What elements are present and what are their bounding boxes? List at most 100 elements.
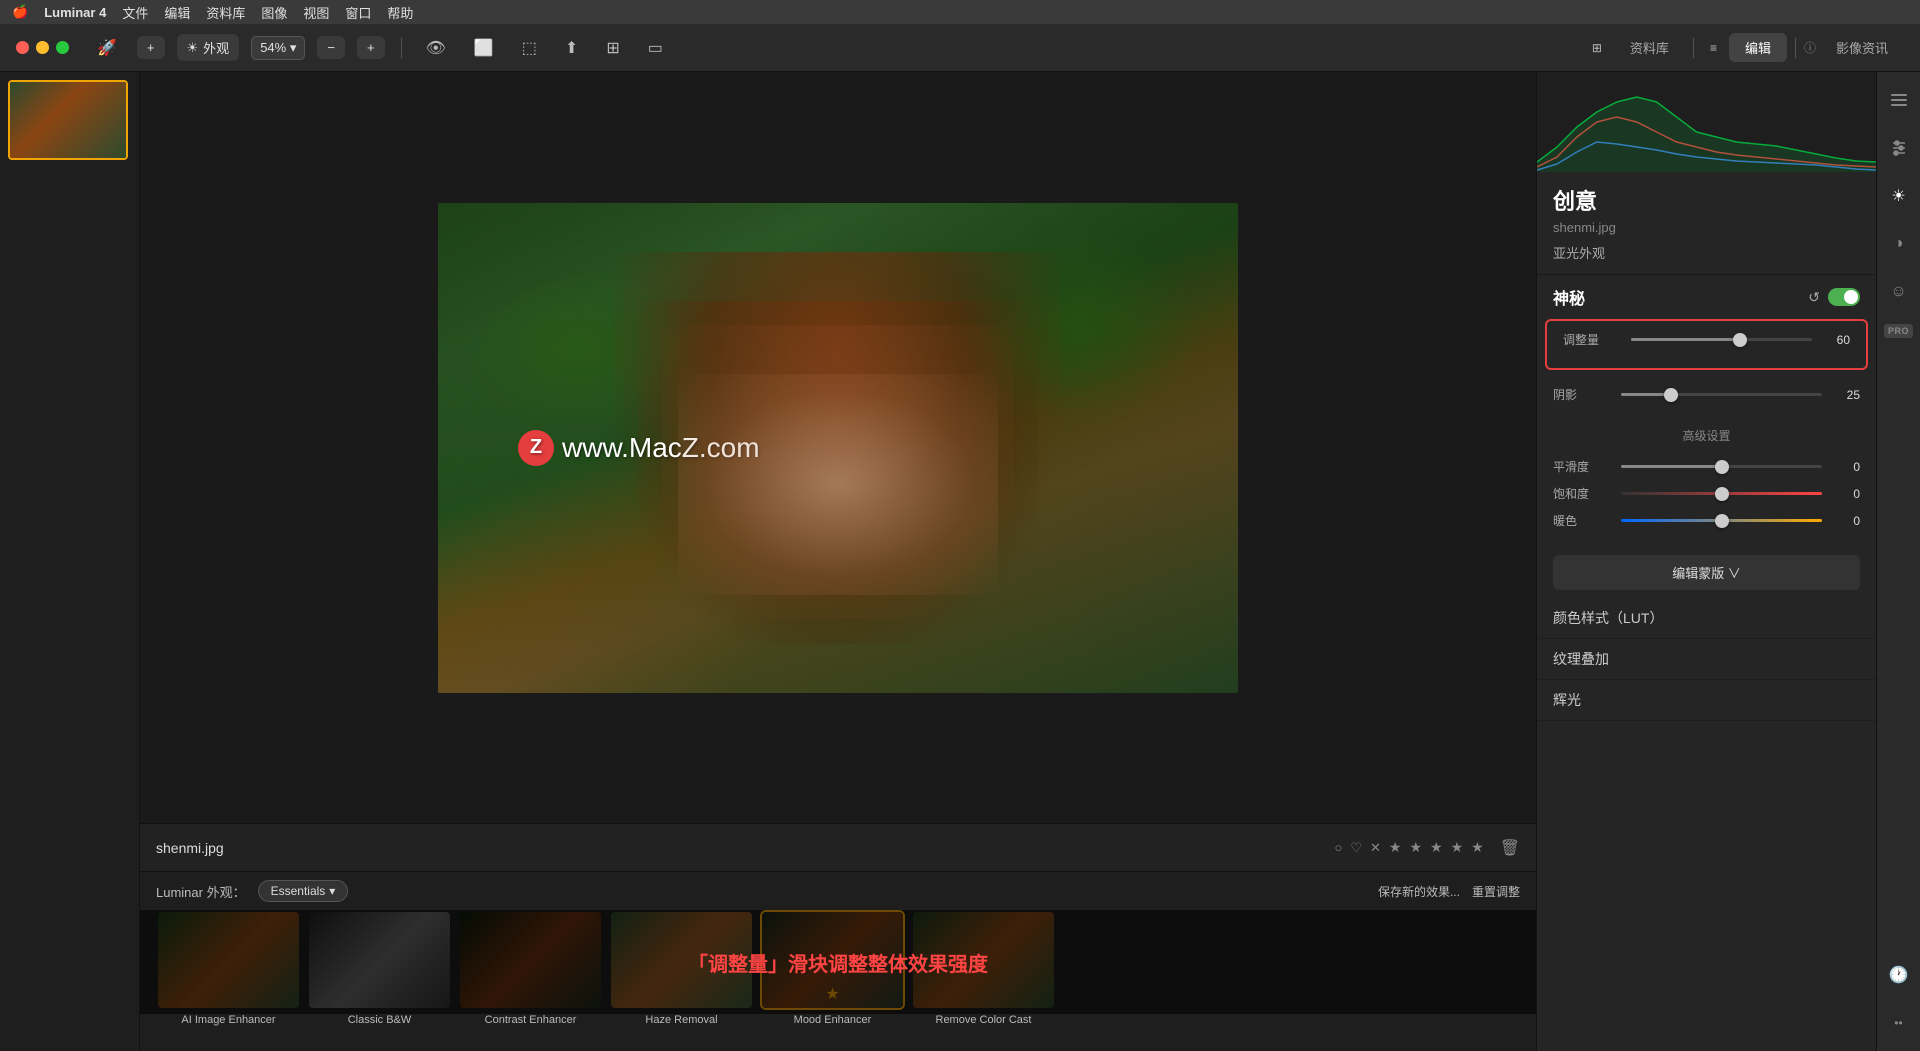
plus-icon: + [147,40,155,55]
eye-icon[interactable]: 👁 [418,34,454,62]
preset-thumb-contrast [458,910,603,1010]
app-name: Luminar 4 [44,5,106,20]
main-area: Z www.MacZ.com shenmi.jpg ○ ♡ ✕ ★ ★ ★ ★ … [0,72,1920,1051]
separator [401,38,402,58]
saturation-slider[interactable] [1621,492,1822,495]
color-wheel-icon[interactable]: ◑ [1883,228,1915,260]
star-3[interactable]: ★ [1430,839,1443,856]
shadow-slider[interactable] [1621,393,1822,396]
adjustment-slider-row: 调整量 60 [1563,331,1850,348]
histogram-chart [1537,72,1876,172]
preset-item-bw[interactable]: Classic B&W [307,910,452,1026]
preset-thumb-mood: ★ [760,910,905,1010]
delete-button[interactable]: 🗑 [1500,838,1520,858]
filmstrip-item[interactable] [8,80,128,160]
smooth-slider[interactable] [1621,465,1822,468]
watermark-logo: Z [518,430,554,466]
preset-item-haze[interactable]: Haze Removal [609,910,754,1026]
look-button[interactable]: ☀ 外观 [177,34,240,61]
apple-menu[interactable]: 🍎 [12,4,28,20]
histogram-area [1537,72,1876,172]
rocket-icon[interactable]: 🚀 [89,34,125,62]
preset-item-ai[interactable]: AI Image Enhancer [156,910,301,1026]
preset-label-contrast: Contrast Enhancer [485,1014,577,1026]
glow-menu-item[interactable]: 辉光 [1537,680,1876,721]
reset-adjustments-button[interactable]: 重置调整 [1472,883,1520,900]
warmth-value: 0 [1830,514,1860,528]
menu-file[interactable]: 文件 [122,3,148,22]
advanced-sliders: 平滑度 0 饱和度 0 暖色 0 [1537,450,1876,547]
star-2[interactable]: ★ [1409,839,1422,856]
tab-library[interactable]: 资料库 [1614,33,1685,62]
star-1[interactable]: ★ [1389,839,1402,856]
menubar: 🍎 Luminar 4 文件 编辑 资料库 图像 视图 窗口 帮助 [0,0,1920,24]
saturation-label: 饱和度 [1553,485,1613,502]
tab-edit[interactable]: 编辑 [1729,33,1787,62]
preset-controls: ↺ [1808,288,1860,306]
zoom-out-button[interactable]: − [317,36,345,59]
minimize-button[interactable] [36,41,49,54]
adjust-icon[interactable] [1883,132,1915,164]
canvas-status-bar: shenmi.jpg ○ ♡ ✕ ★ ★ ★ ★ ★ 🗑 [140,823,1536,871]
luminar-look-label: Luminar 外观： [156,882,246,901]
zoom-in-button[interactable]: + [357,36,385,59]
library-icon[interactable]: ⊞ [1584,37,1610,59]
watermark: Z www.MacZ.com [518,430,760,466]
menu-image[interactable]: 图像 [261,3,287,22]
star-5[interactable]: ★ [1471,839,1484,856]
preset-thumb-cast [911,910,1056,1010]
tab-info[interactable]: 影像资讯 [1820,33,1904,62]
more-icon[interactable]: •• [1883,1007,1915,1039]
compare-icon[interactable]: ⬜ [466,34,502,62]
zoom-control[interactable]: 54% ▾ [251,36,305,60]
sun-icon[interactable]: ☀ [1883,180,1915,212]
heart-rating[interactable]: ♡ [1350,840,1362,856]
reset-icon[interactable]: ↺ [1808,289,1820,306]
presets-bar: Luminar 外观： Essentials ▾ 保存新的效果... 重置调整 [140,871,1536,1051]
edit-view-icon[interactable]: ≡ [1702,37,1725,59]
menu-view[interactable]: 视图 [303,3,329,22]
edit-mask-button[interactable]: 编辑蒙版 ∨ [1553,555,1860,590]
save-preset-button[interactable]: 保存新的效果... [1378,883,1460,900]
menu-edit[interactable]: 编辑 [164,3,190,22]
preset-name: 神秘 [1553,285,1585,309]
shadow-slider-section: 阴影 25 [1537,378,1876,421]
window-icon[interactable]: ▭ [640,34,671,62]
menu-library[interactable]: 资料库 [206,3,245,22]
canvas-area: Z www.MacZ.com shenmi.jpg ○ ♡ ✕ ★ ★ ★ ★ … [140,72,1536,1051]
preset-selector[interactable]: Essentials ▾ [258,880,349,902]
preset-item-mood[interactable]: ★ Mood Enhancer [760,910,905,1026]
panel-section-title: 创意 shenmi.jpg 亚光外观 [1537,172,1876,275]
preset-item-cast[interactable]: Remove Color Cast [911,910,1056,1026]
history-icon[interactable]: 🕐 [1883,959,1915,991]
texture-menu-item[interactable]: 纹理叠加 [1537,639,1876,680]
circle-rating[interactable]: ○ [1334,840,1342,855]
star-4[interactable]: ★ [1451,839,1464,856]
preset-label-haze: Haze Removal [645,1014,717,1026]
thumbnail-image [10,82,126,158]
export-icon[interactable]: ⬆ [557,34,586,62]
grid-icon[interactable]: ⊞ [598,34,627,62]
face-icon[interactable]: ☺ [1883,276,1915,308]
adjustment-slider[interactable] [1631,338,1812,341]
lut-menu-item[interactable]: 颜色样式（LUT） [1537,598,1876,639]
crop-icon[interactable]: ⬚ [514,34,545,62]
layers-icon[interactable] [1883,84,1915,116]
chevron-down-icon: ▾ [329,884,335,898]
toolbar-right: ⊞ 资料库 ≡ 编辑 ⓘ 影像资讯 [1584,33,1904,62]
presets-header: Luminar 外观： Essentials ▾ 保存新的效果... 重置调整 [140,872,1536,910]
presets-scroll: AI Image Enhancer Classic B&W [140,910,1536,1034]
maximize-button[interactable] [56,41,69,54]
menu-help[interactable]: 帮助 [387,3,413,22]
advanced-settings-label: 高级设置 [1537,421,1876,450]
reject-rating[interactable]: ✕ [1370,840,1381,856]
menu-window[interactable]: 窗口 [345,3,371,22]
canvas-viewport[interactable]: Z www.MacZ.com [140,72,1536,823]
toggle-switch[interactable] [1828,288,1860,306]
close-button[interactable] [16,41,29,54]
rating-area: ○ ♡ ✕ ★ ★ ★ ★ ★ 🗑 [1334,838,1520,858]
warmth-slider[interactable] [1621,519,1822,522]
add-button[interactable]: + [137,36,165,59]
preset-item-contrast[interactable]: Contrast Enhancer [458,910,603,1026]
smooth-label: 平滑度 [1553,458,1613,475]
